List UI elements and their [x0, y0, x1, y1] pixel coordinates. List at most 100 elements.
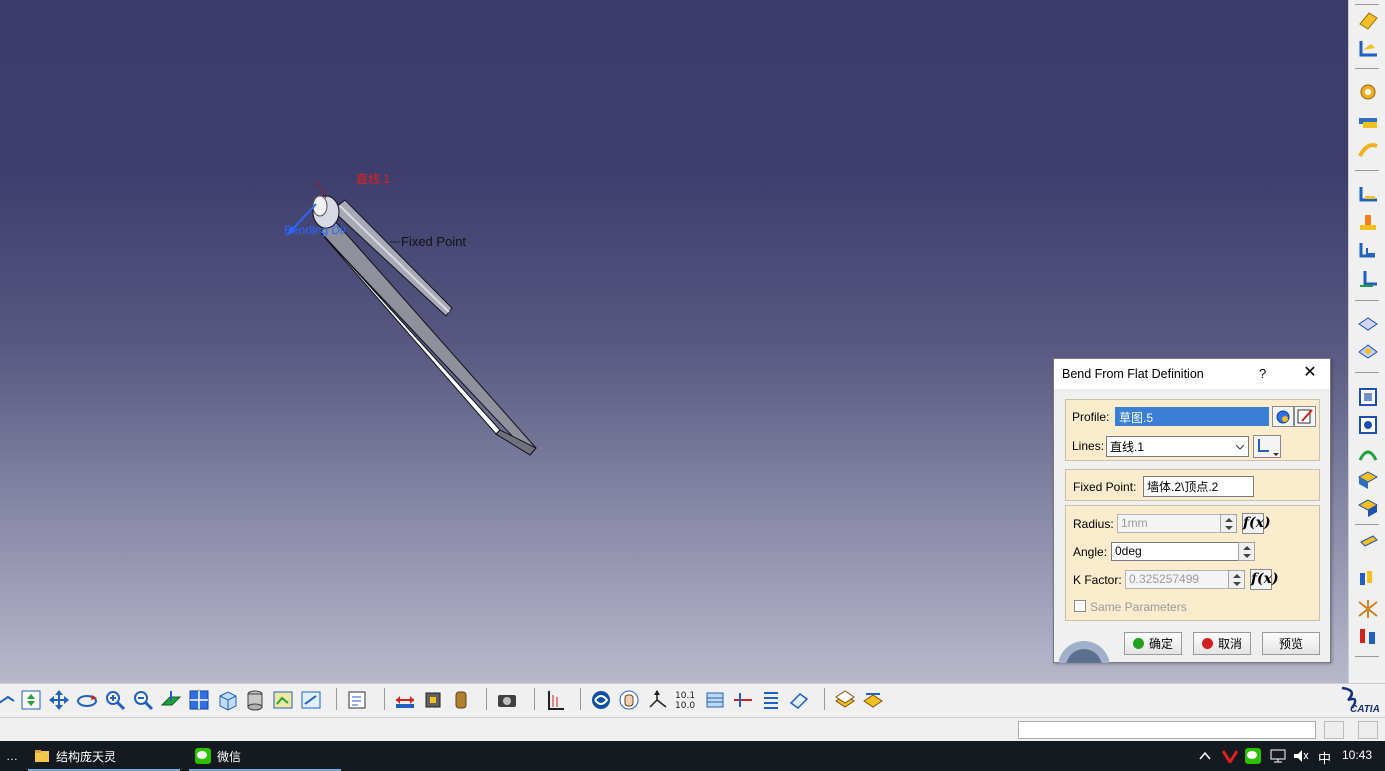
update-icon[interactable]	[346, 689, 368, 711]
unfolding-icon[interactable]	[1357, 212, 1379, 232]
ok-button[interactable]: 确定	[1124, 632, 1182, 655]
network-icon[interactable]	[1270, 749, 1286, 763]
folding-icon[interactable]	[1357, 240, 1379, 260]
profile-sketch-picker-icon[interactable]	[1272, 406, 1294, 427]
ime-indicator[interactable]: 中	[1318, 748, 1331, 767]
lines-value: 直线.1	[1110, 440, 1145, 454]
lines-list-icon[interactable]	[1253, 435, 1281, 458]
toolbar-separator	[1355, 372, 1379, 373]
sheet-metal-params-icon[interactable]	[862, 689, 884, 711]
toolbar-separator	[1355, 68, 1379, 69]
user-pattern-icon[interactable]	[1357, 626, 1379, 646]
mirror-icon[interactable]	[1357, 530, 1379, 550]
volume-muted-icon[interactable]	[1293, 749, 1309, 763]
right-toolbar	[1348, 0, 1385, 683]
radius-formula-button[interactable]: f(x)	[1242, 513, 1271, 534]
close-button[interactable]: ✕	[1300, 363, 1320, 383]
status-search-button[interactable]	[1358, 721, 1378, 739]
bend-icon[interactable]	[1357, 184, 1379, 204]
swept-wall-icon[interactable]	[1357, 112, 1379, 132]
zoom-in-icon[interactable]	[104, 689, 126, 711]
multi-view-icon[interactable]	[188, 689, 210, 711]
taskbar-item-wechat[interactable]: 微信	[189, 741, 341, 771]
angle-label: Angle:	[1073, 545, 1108, 559]
profile-field[interactable]: 草图.5	[1115, 407, 1269, 426]
k-factor-spinner[interactable]	[1228, 570, 1245, 589]
rotate-icon[interactable]	[76, 689, 98, 711]
properties-list-icon[interactable]	[760, 689, 782, 711]
angle-spinner[interactable]	[1238, 542, 1255, 561]
cancel-button[interactable]: 取消	[1193, 632, 1251, 655]
pan-icon[interactable]	[48, 689, 70, 711]
isometric-view-icon[interactable]	[216, 689, 238, 711]
cut-out-icon[interactable]	[1357, 386, 1379, 406]
shading-icon[interactable]	[244, 689, 266, 711]
antivirus-tray-icon[interactable]	[1222, 749, 1238, 763]
fit-all-icon[interactable]	[20, 689, 42, 711]
catia-v5-logo-icon[interactable]	[590, 689, 612, 711]
sketcher-icon[interactable]	[0, 689, 16, 711]
apply-material-icon[interactable]	[704, 689, 726, 711]
power-input-field[interactable]	[1018, 721, 1316, 739]
same-parameters-checkbox[interactable]	[1074, 600, 1086, 612]
windows-taskbar: … 结构庞天灵 微信 中 10:43	[0, 741, 1385, 771]
point-mapping-icon[interactable]	[1357, 268, 1379, 288]
profile-label: Profile:	[1072, 410, 1110, 424]
measure-between-icon[interactable]	[394, 689, 416, 711]
toolbar-separator	[1355, 656, 1379, 657]
radius-field[interactable]: 1mm	[1117, 514, 1221, 533]
rectangular-pattern-icon[interactable]	[1357, 568, 1379, 588]
edit-sketch-icon[interactable]	[1294, 406, 1316, 427]
circular-pattern-icon[interactable]	[1357, 598, 1379, 618]
hole-icon[interactable]	[1357, 414, 1379, 434]
work-object-icon[interactable]	[834, 689, 856, 711]
hopper-icon[interactable]	[1357, 82, 1379, 102]
toolbar-separator	[580, 688, 581, 710]
toolbar-separator	[1355, 524, 1379, 525]
status-view-button[interactable]	[1324, 721, 1344, 739]
formula-icon: f(x)	[1251, 571, 1279, 587]
status-bar	[0, 717, 1385, 741]
radius-label: Radius:	[1073, 517, 1114, 531]
hide-show-icon[interactable]	[272, 689, 294, 711]
preview-button[interactable]: 预览	[1262, 632, 1320, 655]
number-format-icon[interactable]: 10.110.0	[674, 689, 696, 711]
eraser-icon[interactable]	[788, 689, 810, 711]
chamfer-icon[interactable]	[1357, 498, 1379, 518]
ok-icon	[1132, 638, 1144, 649]
measure-item-icon[interactable]	[422, 689, 444, 711]
taskbar-item-label: 结构庞天灵	[56, 749, 117, 764]
emboss-icon[interactable]	[1357, 340, 1379, 360]
wall-on-edge-icon[interactable]	[1357, 38, 1379, 58]
corner-relief-icon[interactable]	[1357, 442, 1379, 462]
zoom-out-icon[interactable]	[132, 689, 154, 711]
radius-spinner[interactable]	[1220, 514, 1237, 533]
wechat-tray-icon[interactable]	[1245, 748, 1261, 764]
swap-visible-space-icon[interactable]	[300, 689, 322, 711]
grab-hand-icon[interactable]	[618, 689, 640, 711]
wall-icon[interactable]	[1357, 10, 1379, 30]
fixed-point-field[interactable]: 墙体.2\顶点.2	[1143, 476, 1254, 497]
show-desktop-button[interactable]: …	[0, 741, 18, 771]
measure-inertia-icon[interactable]	[450, 689, 472, 711]
flange-icon[interactable]	[1357, 140, 1379, 160]
capture-icon[interactable]	[496, 689, 518, 711]
k-factor-field[interactable]: 0.325257499	[1125, 570, 1229, 589]
axis-system-icon[interactable]	[544, 689, 566, 711]
clock[interactable]: 10:43	[1342, 748, 1372, 762]
dialog-titlebar[interactable]: Bend From Flat Definition ? ✕	[1054, 359, 1330, 389]
angle-field[interactable]: 0deg	[1111, 542, 1239, 561]
normal-view-icon[interactable]	[160, 689, 182, 711]
lines-dropdown[interactable]: 直线.1	[1106, 436, 1249, 457]
snap-axis-icon[interactable]	[646, 689, 668, 711]
chevron-up-icon[interactable]	[1198, 750, 1212, 762]
analysis-icon[interactable]	[732, 689, 754, 711]
toolbar-separator	[1355, 300, 1379, 301]
line-label: 直线.1	[356, 172, 391, 186]
taskbar-item-folder[interactable]: 结构庞天灵	[28, 741, 180, 771]
stamping-icon[interactable]	[1357, 314, 1379, 334]
k-factor-formula-button[interactable]: f(x)	[1250, 569, 1279, 590]
svg-text:10.1: 10.1	[675, 691, 695, 701]
corner-icon[interactable]	[1357, 470, 1379, 490]
help-button[interactable]: ?	[1259, 366, 1266, 381]
